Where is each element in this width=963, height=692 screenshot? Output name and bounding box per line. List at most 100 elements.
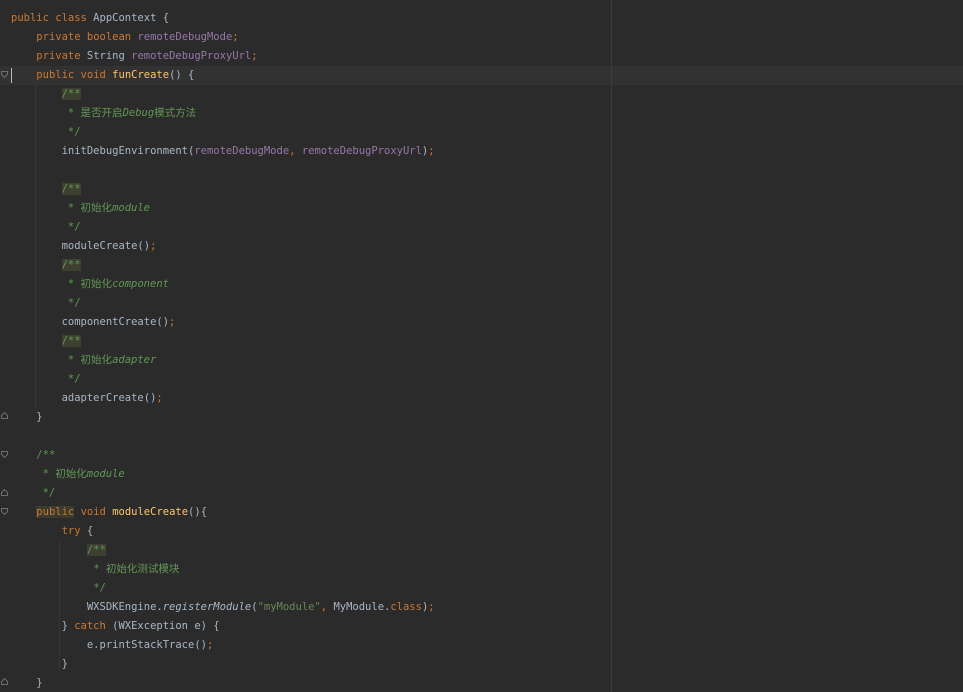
code-line[interactable]: * 初始化adapter [11,351,435,370]
code-token: moduleCreate() [11,240,151,252]
code-line[interactable]: e.printStackTrace(); [11,636,435,655]
code-line[interactable]: /** [11,256,435,275]
code-token: ; [428,145,435,157]
code-line[interactable]: } catch (WXException e) { [11,617,435,636]
code-token: moduleCreate [112,506,189,518]
code-line[interactable]: * 初始化component [11,275,435,294]
code-line[interactable]: public void funCreate() { [11,66,435,85]
code-line[interactable] [11,161,435,180]
code-token: /** [61,88,81,100]
code-token: public class [11,12,87,24]
code-token: */ [67,221,81,233]
code-token: ; [428,601,435,613]
code-token: * 初始化测试模块 [93,563,180,575]
code-token: */ [67,373,81,385]
fold-expand-icon[interactable] [1,412,8,419]
code-line[interactable]: moduleCreate(); [11,237,435,256]
code-line[interactable]: public class AppContext { [11,9,435,28]
code-token: } [11,620,75,632]
fold-expand-icon[interactable] [1,678,8,685]
code-line[interactable]: /** [11,332,435,351]
code-line[interactable]: WXSDKEngine.registerModule("myModule", M… [11,598,435,617]
code-token: catch [74,620,106,632]
code-token: */ [67,126,81,138]
code-editor[interactable]: public class AppContext { private boolea… [0,0,963,692]
code-line[interactable]: private String remoteDebugProxyUrl; [11,47,435,66]
code-token: WXSDKEngine. [11,601,163,613]
code-token: /** [61,183,81,195]
code-token: void [80,506,106,518]
code-token: * 初始化 [67,278,113,290]
code-token: ; [232,31,239,43]
code-token: /** [61,335,81,347]
code-token: public void [36,69,106,81]
code-line[interactable]: * 初始化module [11,199,435,218]
code-token: * 初始化 [42,468,87,480]
code-token: e.printStackTrace() [11,639,207,651]
code-token: remoteDebugProxyUrl [301,145,422,157]
code-line[interactable]: } [11,655,435,674]
code-token: Debug [122,107,155,119]
code-token: remoteDebugMode [137,31,233,43]
code-token: , [320,601,334,613]
fold-expand-icon[interactable] [1,489,8,496]
code-line[interactable]: */ [11,370,435,389]
code-line[interactable]: /** [11,541,435,560]
code-token: * 是否开启 [67,107,123,119]
code-token: /** [61,259,81,271]
code-line[interactable]: } [11,408,435,427]
fold-collapse-icon[interactable] [1,71,8,78]
code-token: AppContext { [86,12,170,24]
code-line[interactable]: private boolean remoteDebugMode; [11,28,435,47]
code-token: registerModule [162,601,252,613]
code-line[interactable]: /** [11,446,435,465]
fold-collapse-icon[interactable] [1,508,8,515]
code-token: */ [42,487,56,499]
code-line[interactable]: /** [11,85,435,104]
code-token: remoteDebugMode [194,145,290,157]
code-token: adapterCreate() [11,392,157,404]
code-line[interactable]: * 是否开启Debug模式方法 [11,104,435,123]
code-line[interactable]: adapterCreate(); [11,389,435,408]
code-token: MyModule. [333,601,391,613]
code-token: String [80,50,132,62]
code-token: } [11,677,43,689]
code-token: () { [169,69,195,81]
code-line[interactable]: componentCreate(); [11,313,435,332]
code-line[interactable] [11,427,435,446]
code-line[interactable]: public void moduleCreate(){ [11,503,435,522]
code-line[interactable]: /** [11,180,435,199]
code-token: { [80,525,94,537]
editor-gutter[interactable] [0,0,11,692]
code-line[interactable]: * 初始化测试模块 [11,560,435,579]
code-line[interactable]: * 初始化module [11,465,435,484]
code-line[interactable]: */ [11,123,435,142]
code-token: (WXException e) { [105,620,220,632]
code-token: "myModule" [257,601,321,613]
right-margin-guide [611,0,612,692]
code-content[interactable]: public class AppContext { private boolea… [11,9,435,692]
code-line[interactable]: } [11,674,435,692]
code-line[interactable]: */ [11,579,435,598]
code-line[interactable]: */ [11,218,435,237]
code-token: ; [150,240,157,252]
code-token: module [86,468,125,480]
code-token: class [390,601,422,613]
code-line[interactable]: try { [11,522,435,541]
fold-collapse-icon[interactable] [1,451,8,458]
code-line[interactable]: */ [11,294,435,313]
code-token: /** [86,544,106,556]
code-line[interactable]: initDebugEnvironment(remoteDebugMode, re… [11,142,435,161]
code-line[interactable]: */ [11,484,435,503]
code-token: private boolean [36,31,132,43]
